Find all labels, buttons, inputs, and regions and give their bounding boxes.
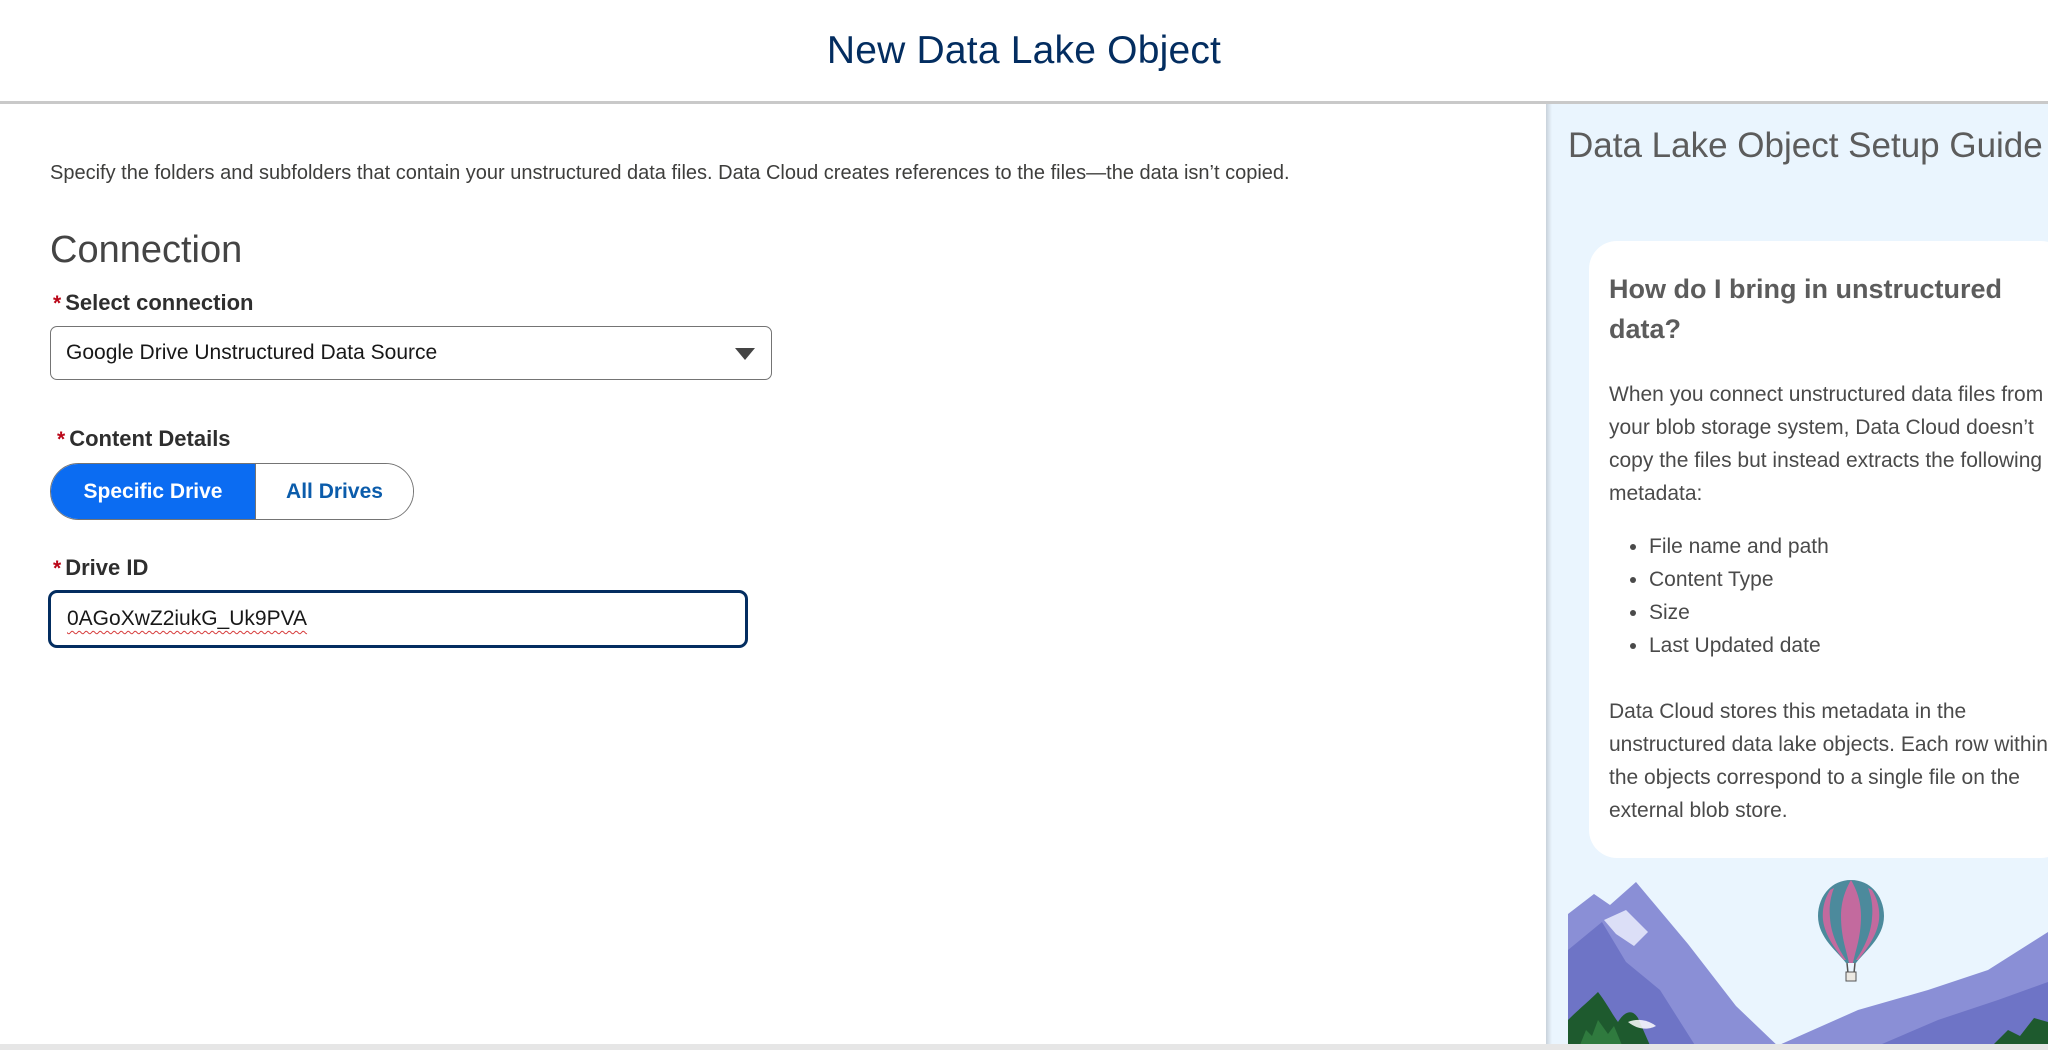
content-details-label: * Content Details xyxy=(57,426,231,452)
all-drives-button[interactable]: All Drives xyxy=(255,464,413,519)
hot-air-balloon-icon xyxy=(1818,880,1884,982)
guide-card-heading: How do I bring in unstructured data? xyxy=(1609,274,2002,344)
main-form: Specify the folders and subfolders that … xyxy=(0,104,1546,1050)
content-details-label-text: Content Details xyxy=(69,426,231,451)
list-item: Content Type xyxy=(1649,563,1829,596)
guide-card-paragraph: When you connect unstructured data files… xyxy=(1609,383,2044,505)
section-title-connection: Connection xyxy=(50,229,243,271)
select-connection-label: * Select connection xyxy=(53,290,253,316)
required-marker: * xyxy=(57,428,66,451)
drive-id-value: 0AGoXwZ2iukG_Uk9PVA xyxy=(67,607,308,630)
mountain-balloon-illustration xyxy=(1568,880,2048,1050)
required-marker: * xyxy=(53,557,62,580)
select-connection-value: Google Drive Unstructured Data Source xyxy=(66,341,438,364)
content-details-toggle: Specific Drive All Drives xyxy=(50,463,414,520)
guide-card-paragraph: Data Cloud stores this metadata in the u… xyxy=(1609,700,2048,822)
drive-id-input[interactable]: 0AGoXwZ2iukG_Uk9PVA xyxy=(48,590,748,648)
select-connection-label-text: Select connection xyxy=(65,290,254,315)
drive-id-label: * Drive ID xyxy=(53,555,148,581)
list-item: Size xyxy=(1649,596,1829,629)
guide-divider xyxy=(1546,104,1552,1050)
specific-drive-button[interactable]: Specific Drive xyxy=(51,464,255,519)
drive-id-label-text: Drive ID xyxy=(65,555,149,580)
list-item: File name and path xyxy=(1649,530,1829,563)
setup-guide-panel: Data Lake Object Setup Guide How do I br… xyxy=(1546,104,2048,1050)
list-item: Last Updated date xyxy=(1649,629,1829,662)
bottom-edge xyxy=(0,1044,2048,1050)
modal-title: New Data Lake Object xyxy=(826,28,1222,72)
select-connection-dropdown[interactable]: Google Drive Unstructured Data Source xyxy=(50,326,772,380)
intro-text: Specify the folders and subfolders that … xyxy=(50,162,1290,184)
guide-title: Data Lake Object Setup Guide xyxy=(1568,126,2043,165)
metadata-list: File name and path Content Type Size Las… xyxy=(1609,530,1829,662)
required-marker: * xyxy=(53,292,62,315)
modal-header: New Data Lake Object xyxy=(0,0,2048,104)
guide-card: How do I bring in unstructured data? Whe… xyxy=(1589,241,2048,858)
chevron-down-icon xyxy=(735,348,755,360)
